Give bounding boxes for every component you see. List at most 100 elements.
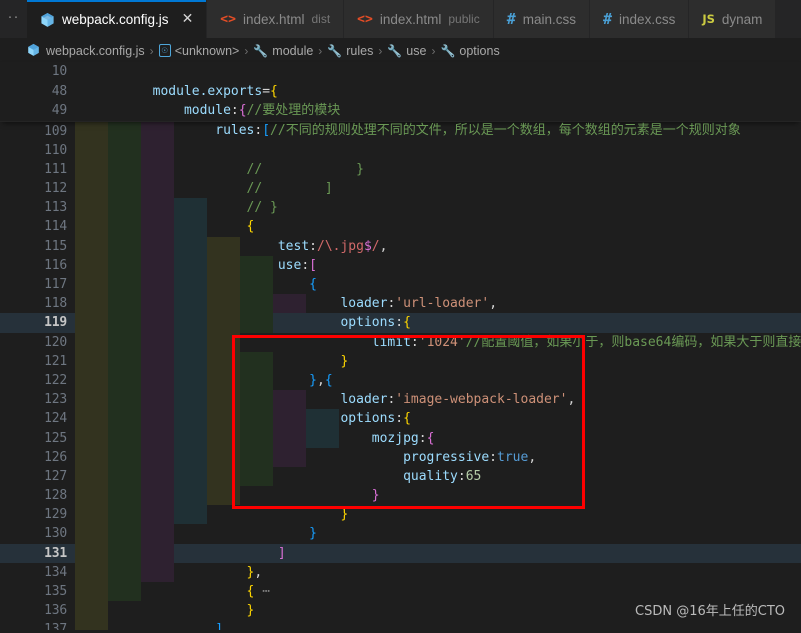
indent-guide: [108, 466, 141, 487]
code-line[interactable]: 116 loader: 'url-loader',: [0, 255, 801, 311]
code-token: ,: [254, 564, 263, 580]
tab-index-html-dist[interactable]: <> index.html dist: [207, 0, 345, 38]
tab-overflow-indicator[interactable]: ··: [0, 0, 27, 38]
indent-guide: [141, 140, 174, 160]
code-line[interactable]: 121 loader:'image-webpack-loader',: [0, 351, 801, 407]
indent-guide: [75, 562, 108, 582]
tab-description: dist: [311, 12, 331, 26]
line-number: 129: [44, 507, 67, 523]
code-token: /\.jpg: [317, 238, 364, 254]
folded-ellipsis[interactable]: ⋯: [254, 584, 270, 599]
indent-guide: [108, 159, 141, 180]
code-comment: //不同的规则处理不同的文件，所以是一个数组，每个数组的元素是一个规则对象: [270, 122, 741, 138]
indent-guide: [75, 313, 108, 333]
line-number: 128: [44, 488, 67, 504]
indent-guide: [75, 390, 108, 410]
breadcrumb-separator: ›: [318, 43, 323, 58]
indent-guide: [108, 428, 141, 448]
sticky-line[interactable]: 48 module:{//要处理的模块: [0, 82, 801, 119]
css-icon: #: [506, 10, 516, 28]
code-token: ,: [567, 392, 576, 408]
code-comment: // ]: [246, 181, 333, 197]
code-line[interactable]: 117 options:{: [0, 275, 801, 330]
webpack-icon: [27, 43, 42, 58]
close-icon[interactable]: ✕: [182, 12, 194, 26]
tab-label: index.html: [242, 11, 305, 27]
code-token: ,: [317, 372, 325, 388]
breadcrumb-item-rules[interactable]: 🔧 rules: [327, 44, 373, 58]
indent-guide: [108, 313, 141, 333]
line-number: 137: [0, 620, 75, 629]
code-token: ,: [379, 238, 388, 254]
code-content: module.exports={: [75, 62, 801, 99]
code-token: rules: [215, 122, 255, 138]
code-content: // ]: [75, 140, 801, 196]
indent-guide: [108, 562, 141, 582]
indent-guide: [108, 351, 141, 371]
code-token: :: [395, 411, 404, 427]
breadcrumb-item-use[interactable]: 🔧 use: [387, 44, 426, 58]
tab-webpack-config-js[interactable]: webpack.config.js ✕: [27, 0, 208, 38]
tab-label: index.html: [379, 11, 442, 27]
indent-guide: [108, 390, 141, 410]
code-line[interactable]: 135 ]: [0, 582, 801, 630]
code-line-folded[interactable]: 131 { ⋯: [0, 543, 801, 599]
breadcrumb-separator: ›: [378, 43, 383, 58]
code-line[interactable]: 114 use:[: [0, 217, 801, 273]
indent-guide: [108, 255, 141, 275]
tab-dynamic-js[interactable]: JS dynam: [689, 0, 777, 38]
code-token: {: [270, 83, 278, 99]
code-token: module: [183, 103, 231, 118]
indent-guide: [75, 582, 108, 602]
line-number: 130: [44, 526, 67, 542]
indent-guide: [75, 179, 108, 199]
code-token: /: [371, 238, 380, 254]
editor-code-area[interactable]: 109 // } 110 // ] 111 //} 112 {113 tes…: [0, 121, 801, 630]
tab-main-css[interactable]: # main.css: [493, 0, 591, 38]
code-line[interactable]: 115 {: [0, 236, 801, 292]
tab-index-css[interactable]: # index.css: [590, 0, 690, 38]
line-number: 109: [44, 123, 67, 139]
line-number: 48: [51, 83, 67, 99]
line-number: 135: [44, 584, 67, 599]
breadcrumb-label: rules: [346, 43, 374, 58]
code-line[interactable]: 129 ]: [0, 505, 801, 561]
code-line[interactable]: 111 // }: [0, 159, 801, 215]
line-number: 127: [44, 468, 67, 484]
breadcrumb-item-unknown[interactable]: ☉ <unknown>: [158, 44, 239, 58]
html-icon: <>: [220, 11, 236, 27]
line-number: 125: [44, 430, 67, 446]
indent-guide: [75, 524, 108, 544]
code-token: {: [309, 277, 317, 293]
line-number: 112: [44, 181, 67, 197]
breadcrumb: webpack.config.js › ☉ <unknown> › 🔧 modu…: [0, 39, 801, 62]
html-icon: <>: [357, 11, 373, 27]
code-line[interactable]: 112 {: [0, 179, 801, 234]
code-line[interactable]: 134 }: [0, 562, 801, 618]
line-number: 134: [44, 564, 67, 580]
code-line[interactable]: 128 }: [0, 486, 801, 541]
code-token: mozjpg: [371, 430, 419, 446]
indent-guide: [75, 275, 108, 295]
line-number: 118: [44, 296, 67, 312]
breadcrumb-label: options: [459, 43, 500, 58]
breadcrumb-item-file[interactable]: webpack.config.js: [27, 43, 145, 58]
code-line[interactable]: 137 plugins:[//因为可以有很多plugin，所以是plugins数…: [0, 620, 801, 630]
sticky-line[interactable]: 49 rules: [//不同的规则处理不同的文件，所以是一个数组，每个数组的元素…: [0, 101, 801, 138]
vscode-window: ·· webpack.config.js ✕ <> index.html dis…: [0, 0, 801, 633]
line-number: 131: [44, 545, 67, 561]
indent-guide: [75, 370, 108, 391]
code-token: :: [301, 257, 310, 273]
line-number: 49: [51, 103, 67, 118]
code-line[interactable]: 130 },: [0, 524, 801, 580]
code-token: options: [340, 315, 396, 331]
indent-guide: [108, 524, 141, 544]
sticky-line[interactable]: 10 module.exports={: [0, 62, 801, 99]
code-line[interactable]: 113 test:/\.jpg$/,: [0, 198, 801, 254]
breadcrumb-item-module[interactable]: 🔧 module: [253, 44, 313, 58]
tab-index-html-public[interactable]: <> index.html public: [344, 0, 494, 38]
wrench-icon: 🔧: [387, 43, 403, 58]
tab-label: main.css: [522, 11, 577, 27]
breadcrumb-item-options[interactable]: 🔧 options: [440, 44, 499, 58]
code-line[interactable]: 122 options:{: [0, 370, 801, 426]
